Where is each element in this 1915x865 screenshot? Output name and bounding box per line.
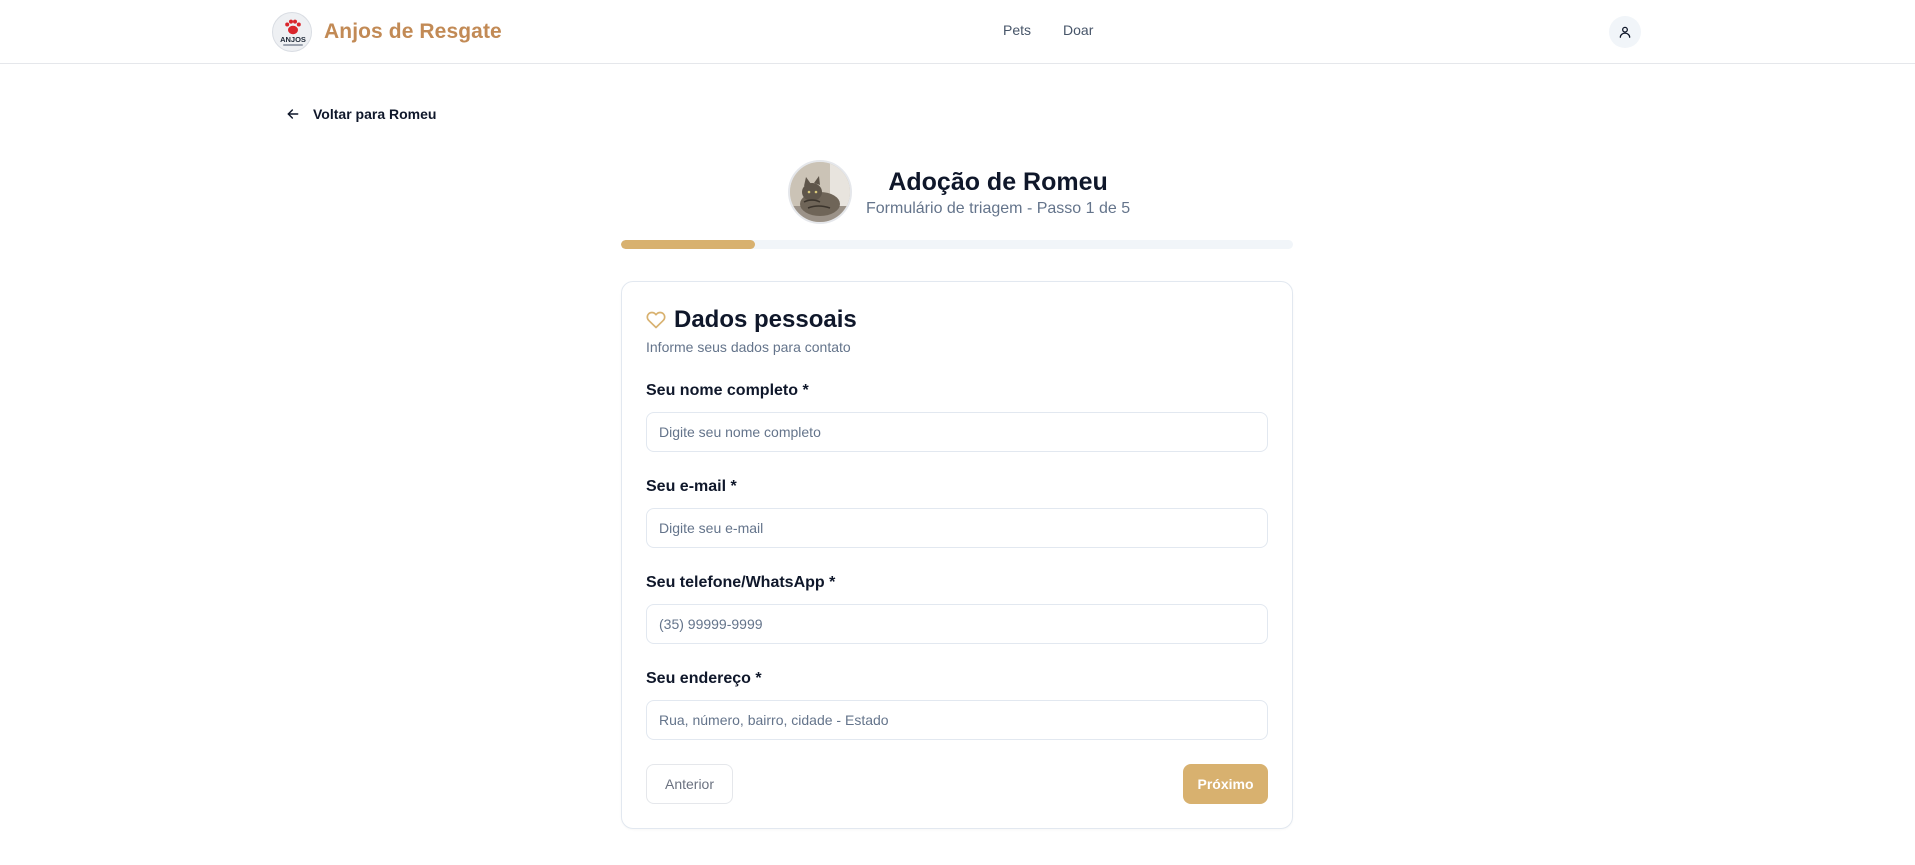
main-nav: Pets Doar	[1003, 22, 1093, 38]
address-input[interactable]	[646, 700, 1268, 740]
phone-label: Seu telefone/WhatsApp *	[646, 574, 836, 591]
brand-name: Anjos de Resgate	[324, 20, 502, 43]
page-subtitle: Formulário de triagem - Passo 1 de 5	[866, 200, 1131, 217]
arrow-left-icon	[287, 109, 299, 119]
nav-link-doar[interactable]: Doar	[1063, 22, 1093, 38]
brand-link[interactable]: ANJOS Anjos de Resgate	[272, 12, 502, 52]
page-title: Adoção de Romeu	[888, 168, 1108, 196]
address-label: Seu endereço *	[646, 670, 762, 687]
user-icon	[1619, 26, 1631, 38]
phone-input[interactable]	[646, 604, 1268, 644]
user-menu-button[interactable]	[1609, 16, 1641, 48]
card-title: Dados pessoais	[646, 306, 857, 334]
pet-avatar	[788, 160, 852, 224]
heart-icon	[646, 311, 666, 329]
brand-logo: ANJOS	[272, 12, 312, 52]
pet-title-block: Adoção de Romeu Formulário de triagem - …	[866, 166, 1130, 218]
full-name-label: Seu nome completo *	[646, 382, 809, 399]
email-label: Seu e-mail *	[646, 478, 737, 495]
step-progress-bar	[621, 240, 1293, 249]
email-input[interactable]	[646, 508, 1268, 548]
nav-link-pets[interactable]: Pets	[1003, 22, 1031, 38]
previous-button[interactable]: Anterior	[646, 764, 733, 804]
full-name-input[interactable]	[646, 412, 1268, 452]
next-button[interactable]: Próximo	[1183, 764, 1268, 804]
card-description: Informe seus dados para contato	[646, 339, 851, 355]
step-progress-fill	[621, 240, 756, 249]
svg-text:ANJOS: ANJOS	[280, 35, 306, 44]
personal-data-card: Dados pessoais Informe seus dados para c…	[621, 281, 1293, 829]
card-title-text: Dados pessoais	[674, 306, 857, 333]
back-link[interactable]: Voltar para Romeu	[285, 106, 436, 122]
back-link-label: Voltar para Romeu	[313, 106, 437, 122]
pet-header: Adoção de Romeu Formulário de triagem - …	[788, 160, 1130, 224]
top-navbar: ANJOS Anjos de Resgate Pets Doar	[0, 0, 1915, 64]
